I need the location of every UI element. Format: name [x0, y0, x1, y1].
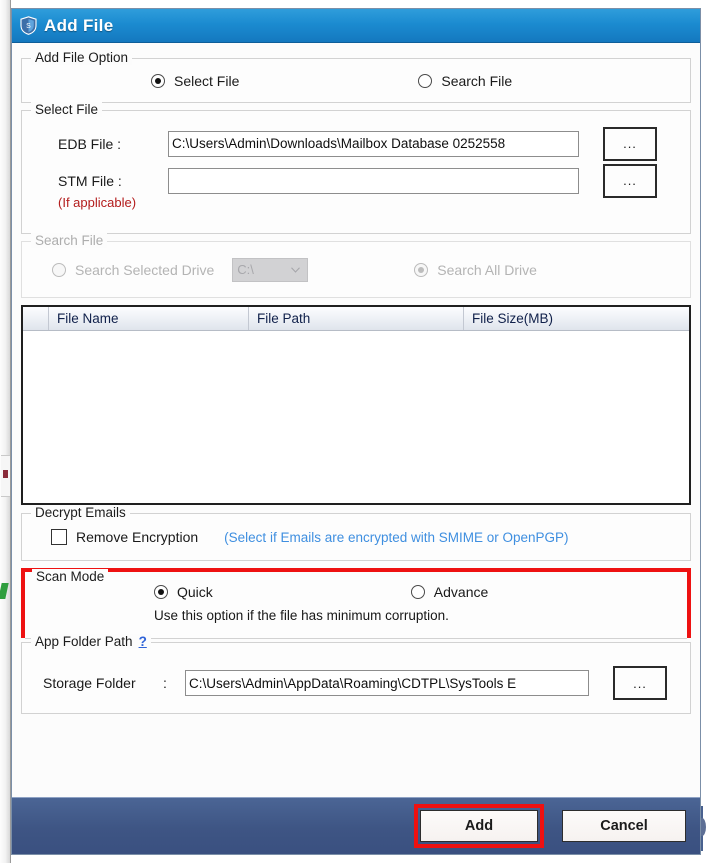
- radio-dot-icon: [52, 262, 66, 277]
- storage-folder-colon: :: [163, 675, 167, 691]
- radio-dot-icon: [418, 73, 433, 88]
- decrypt-hint-text: (Select if Emails are encrypted with SMI…: [224, 529, 569, 545]
- search-file-legend: Search File: [31, 233, 108, 248]
- scan-mode-legend: Scan Mode: [32, 569, 109, 584]
- background-left-chip: [1, 455, 10, 497]
- add-file-dialog: S Add File Add File Option Select File S…: [11, 8, 701, 855]
- storage-folder-row: Storage Folder : C:\Users\Admin\AppData\…: [22, 665, 690, 701]
- scan-mode-group: Scan Mode Quick Advance Use this option …: [25, 569, 687, 639]
- file-list[interactable]: File Name File Path File Size(MB): [21, 305, 691, 505]
- column-header-file-size[interactable]: File Size(MB): [464, 307, 689, 330]
- radio-dot-icon: [410, 585, 425, 599]
- edb-file-label: EDB File :: [58, 135, 122, 152]
- add-button[interactable]: Add: [420, 810, 538, 842]
- app-folder-path-legend: App Folder Path?: [31, 634, 151, 649]
- search-file-group: Search File Search Selected Drive C:\ Se…: [21, 233, 691, 298]
- storage-folder-input[interactable]: C:\Users\Admin\AppData\Roaming\CDTPL\Sys…: [185, 670, 589, 696]
- stm-file-label: STM File :: [58, 172, 122, 189]
- radio-quick-scan-label: Quick: [177, 584, 213, 600]
- search-file-row: Search Selected Drive C:\ Search All Dri…: [22, 242, 690, 297]
- scan-mode-highlight-box: Scan Mode Quick Advance Use this option …: [21, 568, 691, 639]
- dialog-title: Add File: [44, 15, 114, 35]
- decrypt-emails-legend: Decrypt Emails: [31, 505, 130, 520]
- checkbox-remove-encryption[interactable]: Remove Encryption: [51, 529, 198, 545]
- add-file-option-group: Add File Option Select File Search File: [21, 50, 691, 103]
- checkbox-box-icon: [51, 529, 67, 545]
- checkbox-remove-encryption-label: Remove Encryption: [76, 529, 199, 545]
- dialog-body: Add File Option Select File Search File …: [12, 43, 700, 797]
- edb-file-row: EDB File : C:\Users\Admin\Downloads\Mail…: [22, 125, 690, 162]
- radio-quick-scan[interactable]: Quick: [154, 584, 213, 600]
- column-header-file-name[interactable]: File Name: [49, 307, 249, 330]
- storage-folder-browse-button[interactable]: ...: [613, 666, 667, 700]
- radio-search-file-label: Search File: [441, 72, 513, 89]
- radio-dot-icon: [151, 73, 165, 88]
- background-left-strip: [0, 0, 11, 863]
- storage-folder-label: Storage Folder: [43, 675, 136, 691]
- app-folder-path-group: App Folder Path? Storage Folder : C:\Use…: [21, 634, 691, 714]
- shield-icon: S: [20, 16, 37, 35]
- radio-search-file[interactable]: Search File: [418, 73, 512, 89]
- radio-select-file-label: Select File: [174, 72, 240, 89]
- decrypt-emails-row: Remove Encryption (Select if Emails are …: [22, 514, 690, 560]
- column-header-file-path[interactable]: File Path: [249, 307, 464, 330]
- chevron-down-icon: [291, 266, 301, 273]
- file-list-header: File Name File Path File Size(MB): [23, 307, 689, 331]
- radio-search-selected-drive[interactable]: Search Selected Drive: [52, 262, 214, 278]
- radio-search-all-drive[interactable]: Search All Drive: [414, 262, 537, 278]
- svg-text:S: S: [26, 23, 31, 30]
- dialog-titlebar: S Add File: [12, 9, 700, 43]
- app-folder-help-link[interactable]: ?: [139, 634, 147, 649]
- app-folder-path-legend-text: App Folder Path: [35, 634, 133, 649]
- radio-select-file[interactable]: Select File: [151, 73, 239, 89]
- radio-dot-icon: [414, 262, 429, 277]
- edb-file-input[interactable]: C:\Users\Admin\Downloads\Mailbox Databas…: [168, 130, 579, 157]
- radio-dot-icon: [154, 585, 168, 599]
- scan-mode-note: Use this option if the file has minimum …: [154, 608, 449, 623]
- drive-select-value: C:\: [237, 262, 254, 277]
- drive-select-dropdown[interactable]: C:\: [232, 257, 309, 282]
- cancel-button[interactable]: Cancel: [562, 810, 686, 842]
- dialog-footer: Add Cancel: [12, 797, 700, 854]
- stm-applicable-note: (If applicable): [58, 195, 137, 210]
- add-button-highlight-box: Add: [414, 804, 544, 848]
- scan-mode-options-row: Quick Advance: [25, 577, 687, 607]
- decrypt-emails-group: Decrypt Emails Remove Encryption (Select…: [21, 505, 691, 561]
- stm-file-row: STM File : ...: [22, 162, 690, 199]
- file-list-body[interactable]: [23, 331, 689, 503]
- radio-advance-scan-label: Advance: [433, 584, 489, 600]
- radio-search-selected-drive-label: Search Selected Drive: [75, 261, 215, 278]
- column-header-checkbox[interactable]: [23, 307, 49, 330]
- radio-search-all-drive-label: Search All Drive: [437, 261, 537, 278]
- add-file-option-row: Select File Search File: [22, 59, 690, 102]
- radio-advance-scan[interactable]: Advance: [410, 584, 489, 600]
- add-file-option-legend: Add File Option: [31, 50, 133, 65]
- edb-browse-button[interactable]: ...: [603, 126, 657, 161]
- stm-file-input[interactable]: [168, 167, 579, 194]
- select-file-legend: Select File: [31, 102, 103, 117]
- select-file-group: Select File EDB File : C:\Users\Admin\Do…: [21, 102, 691, 234]
- stm-browse-button[interactable]: ...: [603, 163, 657, 198]
